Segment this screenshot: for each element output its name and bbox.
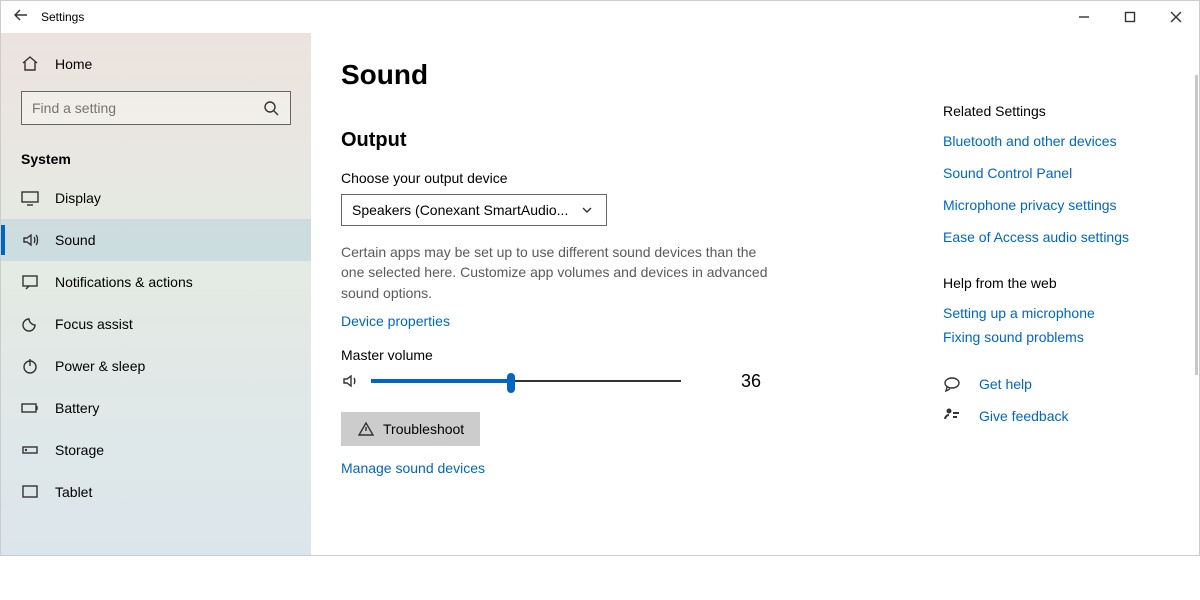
display-icon	[21, 189, 39, 207]
titlebar: Settings	[1, 1, 1199, 33]
sidebar-item-label: Battery	[55, 400, 99, 416]
output-device-dropdown[interactable]: Speakers (Conexant SmartAudio...	[341, 194, 607, 226]
feedback-icon	[943, 407, 961, 425]
back-button[interactable]	[1, 7, 41, 28]
output-device-value: Speakers (Conexant SmartAudio...	[352, 202, 568, 218]
sidebar: Home System Display Sound Notifications …	[1, 33, 311, 555]
get-help-icon	[943, 375, 961, 393]
home-icon	[21, 55, 39, 73]
close-button[interactable]	[1153, 1, 1199, 33]
master-volume-label: Master volume	[341, 347, 943, 363]
output-heading: Output	[341, 129, 943, 152]
sidebar-item-label: Notifications & actions	[55, 274, 193, 290]
sidebar-home-label: Home	[55, 56, 92, 72]
sidebar-item-tablet[interactable]: Tablet	[1, 471, 311, 513]
maximize-button[interactable]	[1107, 1, 1153, 33]
focus-assist-icon	[21, 315, 39, 333]
manage-sound-devices-link[interactable]: Manage sound devices	[341, 460, 485, 476]
master-volume-value: 36	[741, 371, 761, 392]
sidebar-item-power-sleep[interactable]: Power & sleep	[1, 345, 311, 387]
give-feedback-link[interactable]: Give feedback	[979, 408, 1069, 424]
right-column: Related Settings Bluetooth and other dev…	[943, 33, 1199, 555]
settings-window: Settings Home System Display Sou	[0, 0, 1200, 556]
link-setting-up-microphone[interactable]: Setting up a microphone	[943, 305, 1179, 321]
warning-icon	[357, 420, 375, 438]
link-ease-of-access-audio[interactable]: Ease of Access audio settings	[943, 229, 1179, 245]
sidebar-item-label: Focus assist	[55, 316, 133, 332]
output-note: Certain apps may be set up to use differ…	[341, 242, 781, 303]
sidebar-item-notifications[interactable]: Notifications & actions	[1, 261, 311, 303]
sidebar-item-label: Display	[55, 190, 101, 206]
troubleshoot-button[interactable]: Troubleshoot	[341, 412, 480, 446]
tablet-icon	[21, 483, 39, 501]
search-box[interactable]	[21, 91, 291, 125]
power-icon	[21, 357, 39, 375]
window-title: Settings	[41, 10, 84, 24]
minimize-button[interactable]	[1061, 1, 1107, 33]
link-sound-control-panel[interactable]: Sound Control Panel	[943, 165, 1179, 181]
sidebar-item-display[interactable]: Display	[1, 177, 311, 219]
output-device-label: Choose your output device	[341, 170, 943, 186]
master-volume-slider[interactable]	[371, 371, 681, 391]
speaker-icon[interactable]	[341, 372, 359, 390]
page-title: Sound	[341, 59, 943, 91]
sound-icon	[21, 231, 39, 249]
notifications-icon	[21, 273, 39, 291]
scrollbar[interactable]	[1195, 75, 1198, 375]
sidebar-item-label: Storage	[55, 442, 104, 458]
help-from-web-heading: Help from the web	[943, 275, 1179, 291]
search-icon	[262, 99, 280, 117]
sidebar-item-focus-assist[interactable]: Focus assist	[1, 303, 311, 345]
troubleshoot-label: Troubleshoot	[383, 421, 464, 437]
get-help-link[interactable]: Get help	[979, 376, 1032, 392]
sidebar-home[interactable]: Home	[1, 47, 311, 81]
search-input[interactable]	[32, 100, 252, 116]
related-settings-heading: Related Settings	[943, 103, 1179, 119]
battery-icon	[21, 399, 39, 417]
chevron-down-icon	[578, 201, 596, 219]
storage-icon	[21, 441, 39, 459]
sidebar-item-sound[interactable]: Sound	[1, 219, 311, 261]
link-fixing-sound-problems[interactable]: Fixing sound problems	[943, 329, 1179, 345]
sidebar-item-battery[interactable]: Battery	[1, 387, 311, 429]
link-bluetooth-devices[interactable]: Bluetooth and other devices	[943, 133, 1179, 149]
sidebar-item-label: Sound	[55, 232, 95, 248]
sidebar-section-system: System	[1, 135, 311, 177]
sidebar-item-storage[interactable]: Storage	[1, 429, 311, 471]
link-microphone-privacy[interactable]: Microphone privacy settings	[943, 197, 1179, 213]
sidebar-item-label: Power & sleep	[55, 358, 145, 374]
sidebar-item-label: Tablet	[55, 484, 92, 500]
device-properties-link[interactable]: Device properties	[341, 313, 450, 329]
main-pane: Sound Output Choose your output device S…	[311, 33, 1199, 555]
